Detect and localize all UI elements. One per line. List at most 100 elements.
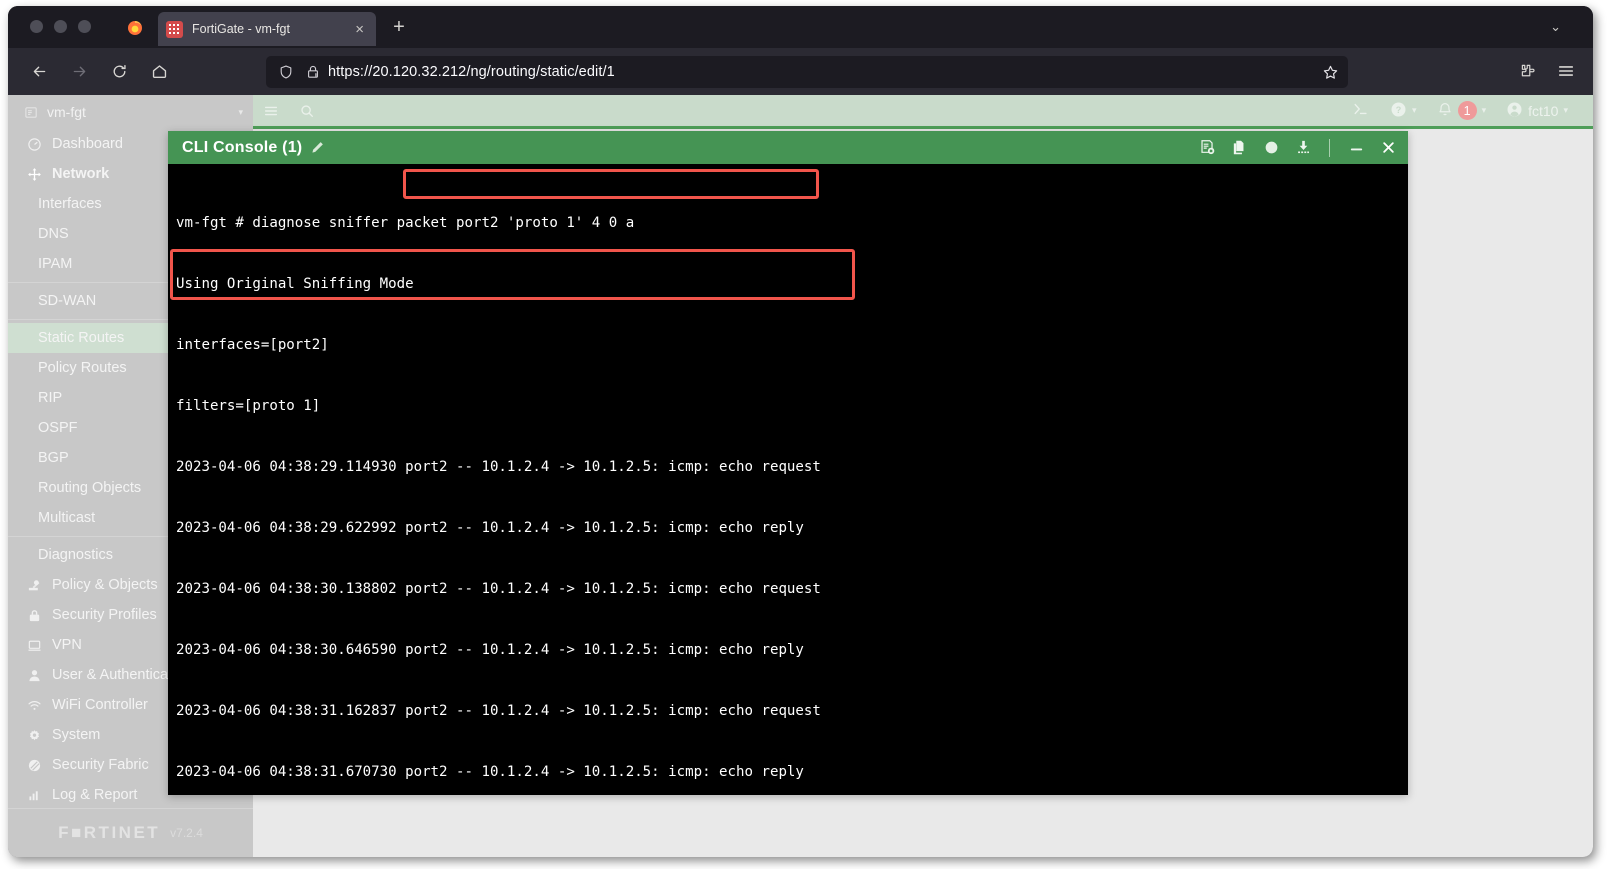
chevron-down-icon[interactable]: ⌄ bbox=[1550, 19, 1561, 35]
window-maximize-button[interactable] bbox=[78, 20, 91, 33]
browser-toolbar: https://20.120.32.212/ng/routing/static/… bbox=[8, 48, 1593, 95]
hamburger-menu-icon[interactable] bbox=[253, 95, 289, 126]
terminal-line: 2023-04-06 04:38:31.162837 port2 -- 10.1… bbox=[176, 702, 821, 719]
terminal-line: 2023-04-06 04:38:29.622992 port2 -- 10.1… bbox=[176, 519, 804, 536]
terminal-line: interfaces=[port2] bbox=[176, 336, 329, 353]
terminal-line: filters=[proto 1] bbox=[176, 397, 321, 414]
chevron-down-icon: ▾ bbox=[1563, 105, 1568, 115]
device-selector[interactable]: vm-fgt ▾ bbox=[8, 95, 253, 129]
dashboard-icon bbox=[24, 137, 44, 152]
sidebar-item-label: System bbox=[52, 727, 101, 743]
sidebar-item-label: Policy & Objects bbox=[52, 577, 158, 593]
sidebar-item-label: Log & Report bbox=[52, 787, 138, 803]
sidebar-item-label: Diagnostics bbox=[38, 547, 113, 563]
sidebar-item-label: Network bbox=[52, 166, 110, 182]
sidebar-item-label: Dashboard bbox=[52, 136, 123, 152]
search-icon[interactable] bbox=[289, 95, 325, 126]
cli-console-window: CLI Console (1) vm-fgt # diagnose sniffe… bbox=[168, 131, 1408, 795]
cli-console-title: CLI Console (1) bbox=[182, 138, 303, 156]
app-topbar: ? ▾ 1 ▾ fct10 ▾ bbox=[253, 95, 1593, 129]
copy-icon[interactable] bbox=[1229, 138, 1249, 158]
screenshot-root: FortiGate - vm-fgt × + ⌄ https://20.120.… bbox=[0, 0, 1607, 869]
policy-objects-icon bbox=[24, 578, 44, 593]
star-icon[interactable] bbox=[1317, 60, 1343, 84]
home-icon[interactable] bbox=[142, 55, 176, 89]
user-icon bbox=[24, 668, 44, 683]
device-name: vm-fgt bbox=[47, 104, 86, 120]
sidebar-footer: F■RTINET v7.2.4 bbox=[8, 808, 253, 857]
cli-prompt-icon bbox=[1352, 101, 1370, 120]
window-close-button[interactable] bbox=[30, 20, 43, 33]
alerts-button[interactable]: 1 ▾ bbox=[1428, 95, 1496, 126]
help-circle-icon: ? bbox=[1390, 101, 1407, 121]
close-icon[interactable]: × bbox=[351, 20, 368, 39]
sidebar-item-label: Routing Objects bbox=[38, 480, 142, 496]
fortigate-grid-icon bbox=[166, 20, 183, 38]
record-icon[interactable] bbox=[1261, 138, 1281, 158]
browser-tab-title: FortiGate - vm-fgt bbox=[192, 22, 290, 36]
sidebar-item-label: OSPF bbox=[38, 420, 78, 436]
device-icon bbox=[24, 105, 39, 120]
cli-console-button[interactable] bbox=[1343, 95, 1379, 126]
browser-tab-fortigate[interactable]: FortiGate - vm-fgt × bbox=[158, 12, 376, 46]
network-move-icon bbox=[24, 167, 44, 182]
user-name: fct10 bbox=[1528, 102, 1559, 119]
terminal-line: 2023-04-06 04:38:30.138802 port2 -- 10.1… bbox=[176, 580, 821, 597]
firmware-version: v7.2.4 bbox=[170, 826, 203, 840]
sidebar-item-label: WiFi Controller bbox=[52, 697, 148, 713]
toolbar-divider bbox=[1329, 138, 1330, 157]
minimize-icon[interactable] bbox=[1346, 138, 1366, 158]
browser-tab-strip: FortiGate - vm-fgt × + ⌄ bbox=[8, 6, 1593, 48]
lock-warning-icon[interactable] bbox=[305, 64, 321, 80]
cli-console-titlebar: CLI Console (1) bbox=[168, 131, 1408, 164]
sidebar-item-label: Security Fabric bbox=[52, 757, 149, 773]
sidebar-item-label: SD-WAN bbox=[38, 293, 97, 309]
close-icon[interactable] bbox=[1378, 138, 1398, 158]
sidebar-item-label: BGP bbox=[38, 450, 69, 466]
chevron-down-icon: ▾ bbox=[1412, 105, 1417, 115]
user-circle-icon bbox=[1506, 101, 1523, 121]
url-text: https://20.120.32.212/ng/routing/static/… bbox=[328, 64, 615, 80]
gear-icon bbox=[24, 728, 44, 743]
alert-count-badge: 1 bbox=[1457, 101, 1477, 120]
cli-console-output[interactable]: vm-fgt # diagnose sniffer packet port2 '… bbox=[168, 164, 1408, 795]
terminal-line: Using Original Sniffing Mode bbox=[176, 275, 414, 292]
new-tab-button[interactable]: + bbox=[388, 17, 410, 37]
hamburger-menu-icon[interactable] bbox=[1551, 55, 1581, 87]
sidebar-item-label: VPN bbox=[52, 637, 82, 653]
shield-icon bbox=[278, 64, 294, 80]
forward-arrow-icon[interactable] bbox=[62, 55, 96, 89]
terminal-line: 2023-04-06 04:38:30.646590 port2 -- 10.1… bbox=[176, 641, 804, 658]
url-bar[interactable]: https://20.120.32.212/ng/routing/static/… bbox=[266, 56, 1348, 88]
app-topbar-right: ? ▾ 1 ▾ fct10 ▾ bbox=[1343, 95, 1593, 126]
window-minimize-button[interactable] bbox=[54, 20, 67, 33]
sidebar-item-label: DNS bbox=[38, 226, 69, 242]
fortigate-app: vm-fgt ▾ Dashboard Network Interfaces DN… bbox=[8, 95, 1593, 857]
firefox-logo-icon bbox=[126, 18, 144, 36]
download-icon[interactable] bbox=[1293, 138, 1313, 158]
user-menu[interactable]: fct10 ▾ bbox=[1497, 95, 1577, 126]
sidebar-item-label: Policy Routes bbox=[38, 360, 127, 376]
terminal-text: vm-fgt # diagnose sniffer packet port2 '… bbox=[174, 172, 1408, 795]
chevron-down-icon: ▾ bbox=[1481, 105, 1487, 115]
window-controls[interactable] bbox=[30, 20, 91, 33]
sidebar-item-label: Static Routes bbox=[38, 330, 125, 346]
sidebar-item-label: RIP bbox=[38, 390, 63, 406]
browser-toolbar-right bbox=[1513, 55, 1581, 87]
back-arrow-icon[interactable] bbox=[22, 55, 56, 89]
help-button[interactable]: ? ▾ bbox=[1381, 95, 1426, 126]
bar-chart-icon bbox=[24, 788, 44, 803]
terminal-line: 2023-04-06 04:38:29.114930 port2 -- 10.1… bbox=[176, 458, 821, 475]
extensions-icon[interactable] bbox=[1513, 55, 1543, 87]
reload-icon[interactable] bbox=[102, 55, 136, 89]
pencil-icon[interactable] bbox=[310, 140, 325, 155]
clear-console-icon[interactable] bbox=[1197, 138, 1217, 158]
vpn-monitor-icon bbox=[24, 638, 44, 653]
svg-text:?: ? bbox=[1396, 104, 1401, 114]
sidebar-item-label: Multicast bbox=[38, 510, 96, 526]
chevron-down-icon[interactable]: ▾ bbox=[238, 107, 243, 118]
security-fabric-icon bbox=[24, 758, 44, 773]
sidebar-item-label: IPAM bbox=[38, 256, 73, 272]
cli-console-tools bbox=[1197, 138, 1398, 158]
lock-icon bbox=[24, 608, 44, 623]
